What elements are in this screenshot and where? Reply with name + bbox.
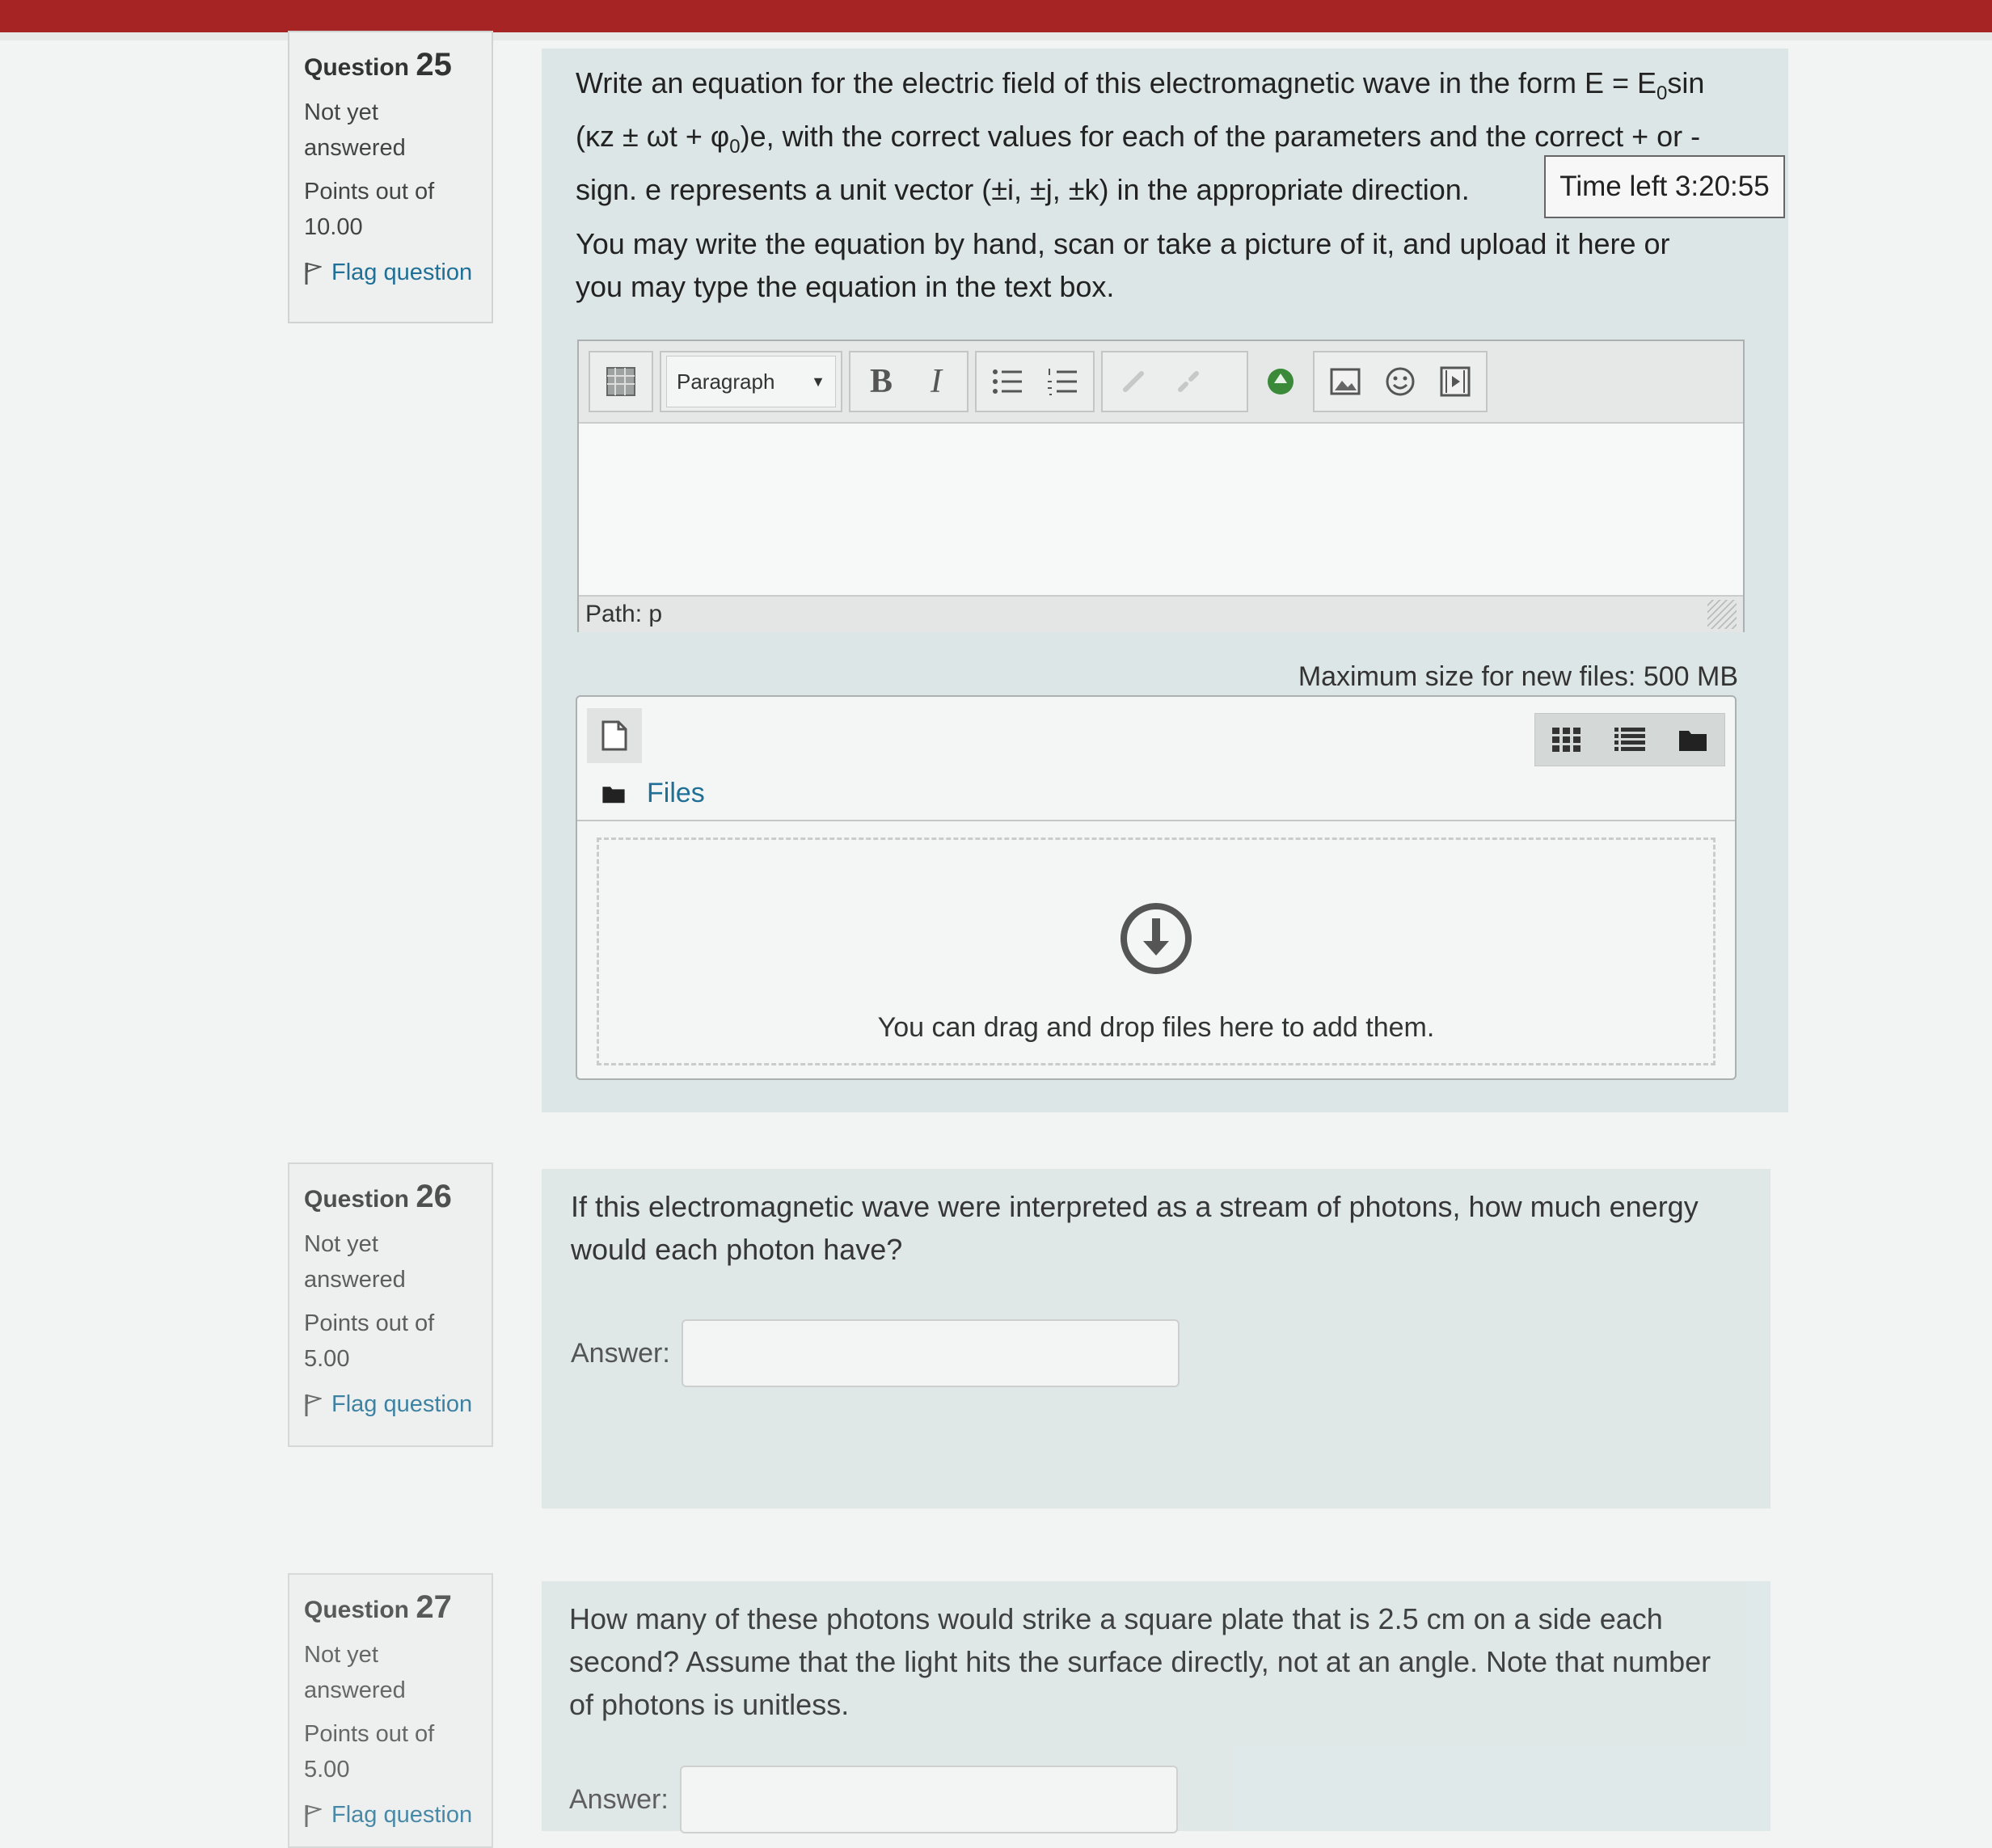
unlink-icon bbox=[1178, 371, 1199, 392]
toolbar-group-style: B I bbox=[849, 351, 969, 412]
view-switcher bbox=[1534, 713, 1725, 766]
grid-icon bbox=[606, 367, 635, 396]
numbered-list-icon bbox=[1048, 369, 1077, 395]
list-view-icon bbox=[1614, 728, 1645, 751]
insert-media-button[interactable] bbox=[1429, 356, 1481, 407]
answer-input[interactable] bbox=[679, 1766, 1178, 1833]
flag-question-link[interactable]: Flag question bbox=[304, 259, 477, 286]
toolbar-group-links bbox=[1101, 351, 1248, 412]
question-state: Not yet answered bbox=[304, 1642, 406, 1703]
media-icon bbox=[1440, 366, 1471, 397]
flag-question-link[interactable]: Flag question bbox=[304, 1802, 477, 1829]
grid-view-icon bbox=[1552, 728, 1581, 752]
download-icon bbox=[1120, 903, 1192, 974]
question-state: Not yet answered bbox=[304, 99, 406, 161]
toolbar-group-format: Paragraph ▼ bbox=[660, 351, 842, 412]
file-path: Files bbox=[601, 778, 705, 809]
question-26-content: If this electromagnetic wave were interp… bbox=[542, 1169, 1770, 1508]
question-instructions: You may write the equation by hand, scan… bbox=[576, 227, 1670, 304]
file-manager: Files You can drag and drop files here t… bbox=[576, 695, 1737, 1080]
timer: Time left 3:20:55 bbox=[1544, 155, 1785, 218]
question-number: Question 25 bbox=[304, 47, 452, 82]
max-file-size: Maximum size for new files: 500 MB bbox=[1298, 661, 1738, 692]
question-grade: Points out of 10.00 bbox=[304, 179, 435, 240]
view-icons-button[interactable] bbox=[1543, 719, 1591, 760]
question-grade: Points out of 5.00 bbox=[304, 1310, 435, 1372]
insert-emoticon-button[interactable] bbox=[1374, 356, 1426, 407]
add-file-button[interactable] bbox=[587, 708, 642, 763]
flag-question-link[interactable]: Flag question bbox=[304, 1391, 477, 1418]
folder-icon bbox=[1679, 731, 1707, 751]
smiley-icon bbox=[1386, 367, 1415, 396]
insert-image-button[interactable] bbox=[1319, 356, 1371, 407]
flag-icon bbox=[304, 261, 323, 285]
path-label[interactable]: Path: p bbox=[585, 601, 662, 628]
question-grade: Points out of 5.00 bbox=[304, 1721, 435, 1783]
answer-row: Answer: bbox=[569, 1766, 1178, 1833]
question-26-info: Question 26 Not yet answered Points out … bbox=[288, 1162, 493, 1447]
answer-input[interactable] bbox=[681, 1319, 1180, 1387]
bold-button[interactable]: B bbox=[855, 356, 907, 407]
top-bar bbox=[0, 0, 1992, 32]
toolbar-group-media bbox=[1313, 351, 1488, 412]
answer-row: Answer: bbox=[571, 1319, 1180, 1387]
answer-label: Answer: bbox=[571, 1337, 670, 1369]
new-file-icon bbox=[601, 720, 627, 751]
unordered-list-button[interactable] bbox=[981, 356, 1033, 407]
rich-text-editor: Paragraph ▼ B I Path: p bbox=[577, 340, 1745, 632]
question-number: Question 26 bbox=[304, 1179, 452, 1214]
recycle-icon bbox=[1268, 369, 1294, 394]
link-button[interactable] bbox=[1108, 356, 1159, 407]
view-tree-button[interactable] bbox=[1669, 719, 1717, 760]
paragraph-format-select[interactable]: Paragraph ▼ bbox=[666, 356, 836, 407]
drop-message: You can drag and drop files here to add … bbox=[877, 1012, 1435, 1043]
flag-icon bbox=[304, 1393, 323, 1417]
question-25-info: Question 25 Not yet answered Points out … bbox=[288, 31, 493, 323]
question-27-content: How many of these photons would strike a… bbox=[542, 1581, 1770, 1833]
question-state: Not yet answered bbox=[304, 1231, 406, 1293]
chevron-down-icon: ▼ bbox=[811, 373, 825, 390]
toolbar-group-lists bbox=[975, 351, 1095, 412]
answer-label: Answer: bbox=[569, 1783, 669, 1815]
flag-icon bbox=[304, 1804, 323, 1828]
question-27-info: Question 27 Not yet answered Points out … bbox=[288, 1573, 493, 1848]
file-manager-toolbar: Files bbox=[577, 697, 1735, 821]
resize-handle[interactable] bbox=[1707, 600, 1737, 629]
files-root-link[interactable]: Files bbox=[647, 778, 705, 809]
image-icon bbox=[1330, 368, 1361, 395]
editor-toolbar: Paragraph ▼ B I bbox=[579, 341, 1743, 424]
view-list-button[interactable] bbox=[1606, 719, 1654, 760]
unlink-button[interactable] bbox=[1163, 356, 1214, 407]
ordered-list-button[interactable] bbox=[1036, 356, 1088, 407]
question-text: If this electromagnetic wave were interp… bbox=[571, 1190, 1699, 1266]
toolbar-group-collapse bbox=[589, 351, 653, 412]
folder-icon bbox=[602, 786, 625, 803]
editor-text-area[interactable] bbox=[579, 424, 1743, 595]
question-number: Question 27 bbox=[304, 1589, 452, 1625]
bullet-list-icon bbox=[993, 369, 1022, 394]
editor-path-bar: Path: p bbox=[579, 595, 1743, 632]
toolbar-toggle-button[interactable] bbox=[595, 356, 647, 407]
italic-button[interactable]: I bbox=[910, 356, 962, 407]
question-text: How many of these photons would strike a… bbox=[569, 1602, 1711, 1721]
link-icon bbox=[1123, 371, 1144, 392]
equation-button[interactable] bbox=[1255, 356, 1306, 407]
file-drop-zone[interactable]: You can drag and drop files here to add … bbox=[597, 838, 1716, 1065]
